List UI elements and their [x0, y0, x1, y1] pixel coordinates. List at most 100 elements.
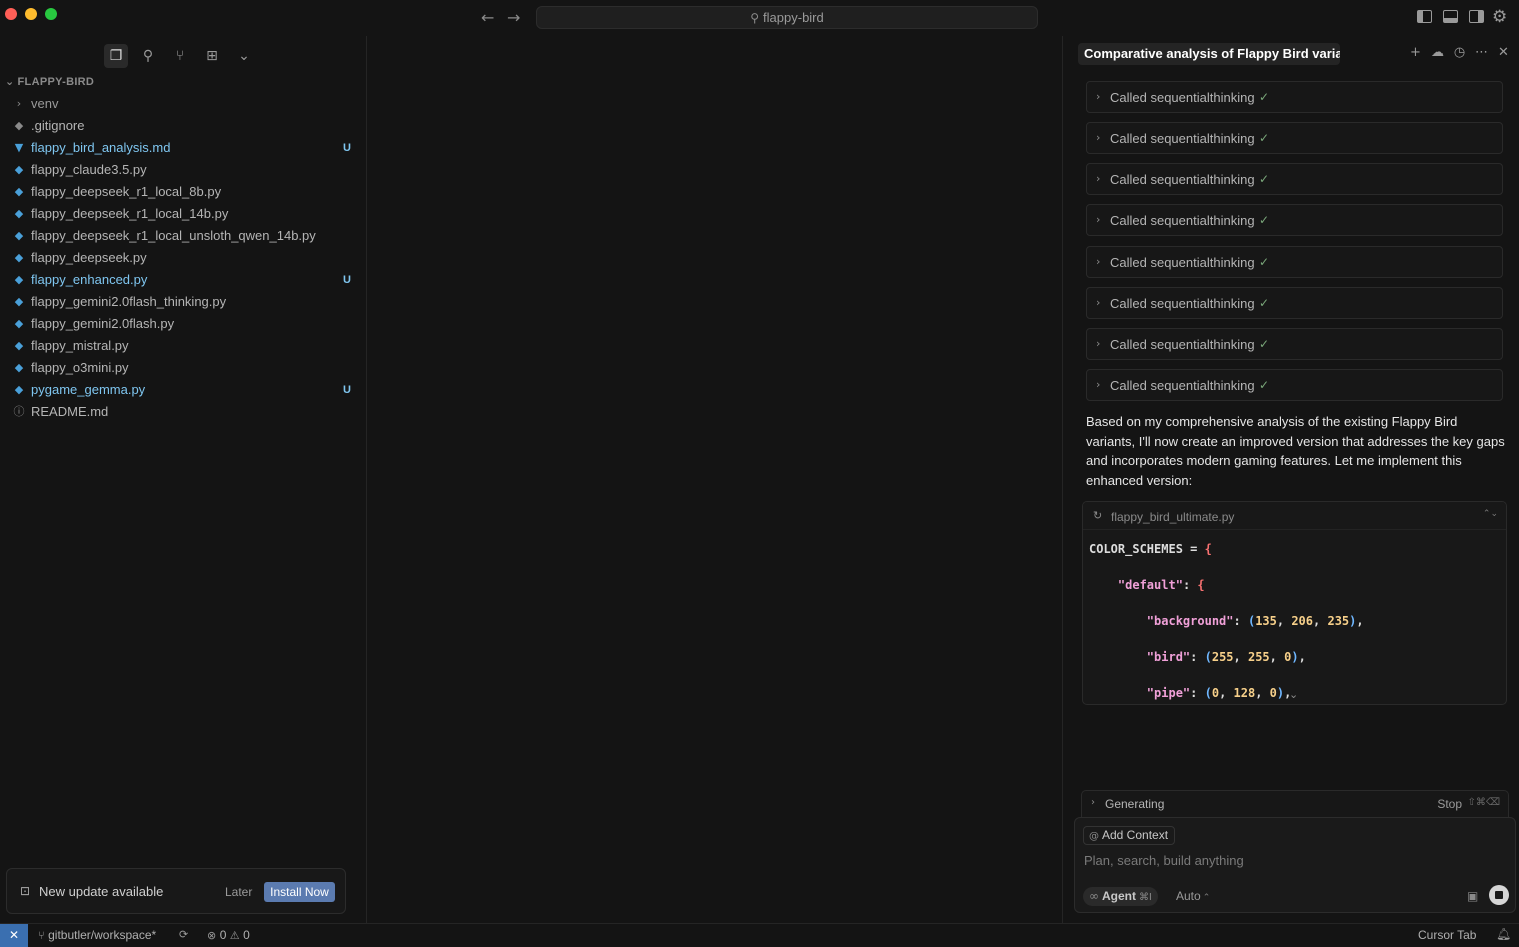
file-tree-item[interactable]: ◆ pygame_gemma.py U: [0, 379, 366, 401]
error-icon: ⊗: [207, 929, 220, 942]
extensions-icon[interactable]: ⊞: [200, 44, 224, 68]
chevron-right-icon: ›: [1096, 296, 1101, 309]
python-file-icon: ◆: [14, 383, 24, 396]
code-content: COLOR_SCHEMES = { "default": { "backgrou…: [1089, 542, 1364, 700]
file-name: flappy_o3mini.py: [31, 360, 129, 375]
chat-tab-title[interactable]: Comparative analysis of Flappy Bird vari…: [1078, 43, 1340, 65]
chat-input[interactable]: Plan, search, build anything: [1084, 853, 1244, 868]
tool-call-item[interactable]: › Called sequentialthinking ✓: [1086, 246, 1503, 278]
tool-call-item[interactable]: › Called sequentialthinking ✓: [1086, 122, 1503, 154]
python-file-icon: ◆: [14, 185, 24, 198]
later-button[interactable]: Later: [225, 885, 252, 899]
source-control-icon[interactable]: ⑂: [168, 44, 192, 68]
update-message: New update available: [39, 884, 164, 899]
agent-shortcut: ⌘I: [1139, 892, 1152, 903]
chevron-right-icon[interactable]: ›: [1091, 797, 1095, 808]
tool-call-item[interactable]: › Called sequentialthinking ✓: [1086, 287, 1503, 319]
bell-icon[interactable]: 🔔︎: [1496, 927, 1511, 941]
python-file-icon: ◆: [14, 317, 24, 330]
model-selector[interactable]: Auto ⌃: [1176, 889, 1210, 903]
history-icon[interactable]: ◷: [1452, 45, 1467, 60]
gear-icon[interactable]: ⚙: [1492, 7, 1507, 27]
remote-icon[interactable]: ✕: [0, 924, 28, 947]
git-file-icon: ◆: [14, 119, 24, 132]
file-tree-item[interactable]: ◆ flappy_deepseek.py: [0, 247, 366, 269]
agent-mode-selector[interactable]: ∞ Agent ⌘I: [1083, 887, 1158, 906]
file-tree-item[interactable]: ◆ flappy_deepseek_r1_local_unsloth_qwen_…: [0, 225, 366, 247]
warning-count: 0: [243, 928, 250, 942]
file-tree-item[interactable]: ◆ .gitignore: [0, 115, 366, 137]
file-tree-item[interactable]: ◆ flappy_claude3.5.py: [0, 159, 366, 181]
tool-call-label: Called sequentialthinking: [1110, 172, 1255, 187]
untracked-badge: U: [343, 384, 351, 396]
close-window-button[interactable]: [5, 8, 17, 20]
tool-call-item[interactable]: › Called sequentialthinking ✓: [1086, 163, 1503, 195]
maximize-window-button[interactable]: [45, 8, 57, 20]
file-tree-item[interactable]: ◆ flappy_o3mini.py: [0, 357, 366, 379]
file-name: flappy_deepseek_r1_local_unsloth_qwen_14…: [31, 228, 316, 243]
file-tree-item[interactable]: ⓘ README.md: [0, 401, 366, 423]
file-tree-item[interactable]: ◆ flappy_gemini2.0flash.py: [0, 313, 366, 335]
editor-area[interactable]: [368, 36, 1063, 923]
cloud-icon[interactable]: ☁: [1430, 45, 1445, 60]
branch-indicator[interactable]: ⑂ gitbutler/workspace*: [38, 928, 156, 942]
chat-header-actions: + ☁ ◷ ⋯ ✕: [1408, 45, 1511, 60]
chevron-down-icon[interactable]: ⌄: [1289, 688, 1298, 701]
back-arrow-icon[interactable]: ←: [481, 8, 494, 27]
cursor-tab-status[interactable]: Cursor Tab: [1418, 928, 1476, 942]
toggle-secondary-sidebar-icon[interactable]: [1469, 10, 1484, 23]
python-file-icon: ◆: [14, 229, 24, 242]
chevron-right-icon: ›: [1096, 131, 1101, 144]
command-search-bar[interactable]: ⚲ flappy-bird: [536, 6, 1038, 29]
untracked-badge: U: [343, 142, 351, 154]
expand-collapse-icon[interactable]: ⌃⌄: [1483, 509, 1498, 519]
sync-icon[interactable]: ⟳: [179, 928, 188, 941]
tool-call-item[interactable]: › Called sequentialthinking ✓: [1086, 369, 1503, 401]
model-label: Auto: [1176, 889, 1201, 903]
file-tree-item[interactable]: ◆ flappy_gemini2.0flash_thinking.py: [0, 291, 366, 313]
file-name: README.md: [31, 404, 109, 419]
check-icon: ✓: [1259, 378, 1270, 392]
more-options-icon[interactable]: ⋯: [1474, 45, 1489, 60]
explorer-icon[interactable]: ❐: [104, 44, 128, 68]
tool-call-item[interactable]: › Called sequentialthinking ✓: [1086, 328, 1503, 360]
file-tree-item[interactable]: ◆ flappy_mistral.py: [0, 335, 366, 357]
file-tree-item[interactable]: › venv: [0, 93, 366, 115]
problems-indicator[interactable]: ⊗ 0 ⚠ 0: [207, 928, 250, 942]
tool-call-item[interactable]: › Called sequentialthinking ✓: [1086, 81, 1503, 113]
file-tree-item[interactable]: ▼ flappy_bird_analysis.md U: [0, 137, 366, 159]
chevron-down-icon: ⌄: [5, 75, 15, 88]
file-name: flappy_bird_analysis.md: [31, 140, 171, 155]
image-icon[interactable]: ▣: [1467, 889, 1478, 903]
tool-call-item[interactable]: › Called sequentialthinking ✓: [1086, 204, 1503, 236]
file-name: flappy_deepseek.py: [31, 250, 147, 265]
explorer-root-folder[interactable]: ⌄ FLAPPY-BIRD: [5, 75, 94, 88]
chevron-down-icon[interactable]: ⌄: [232, 44, 256, 68]
at-icon: @: [1089, 831, 1099, 842]
close-icon[interactable]: ✕: [1496, 45, 1511, 60]
check-icon: ✓: [1259, 131, 1270, 145]
search-icon[interactable]: ⚲: [136, 44, 160, 68]
stop-button[interactable]: Stop: [1437, 797, 1462, 811]
stop-generation-button[interactable]: [1489, 885, 1509, 905]
file-tree-item[interactable]: ◆ flappy_enhanced.py U: [0, 269, 366, 291]
file-tree-item[interactable]: ◆ flappy_deepseek_r1_local_8b.py: [0, 181, 366, 203]
chevron-right-icon: ›: [1096, 213, 1101, 226]
file-tree-item[interactable]: ◆ flappy_deepseek_r1_local_14b.py: [0, 203, 366, 225]
toggle-primary-sidebar-icon[interactable]: [1417, 10, 1432, 23]
install-now-button[interactable]: Install Now: [264, 882, 335, 902]
chevron-right-icon: ›: [1096, 255, 1101, 268]
agent-label: Agent: [1102, 889, 1136, 903]
toggle-panel-icon[interactable]: [1443, 10, 1458, 23]
chat-composer: @ Add Context Plan, search, build anythin…: [1074, 817, 1516, 913]
infinity-icon: ∞: [1089, 889, 1099, 903]
search-icon: ⚲: [750, 11, 760, 25]
search-bar-text: flappy-bird: [763, 10, 824, 25]
minimize-window-button[interactable]: [25, 8, 37, 20]
forward-arrow-icon[interactable]: →: [507, 8, 520, 27]
untracked-badge: U: [343, 274, 351, 286]
check-icon: ✓: [1259, 213, 1270, 227]
new-chat-icon[interactable]: +: [1408, 45, 1423, 60]
add-context-button[interactable]: @ Add Context: [1083, 826, 1176, 845]
chevron-right-icon: ›: [16, 97, 22, 110]
